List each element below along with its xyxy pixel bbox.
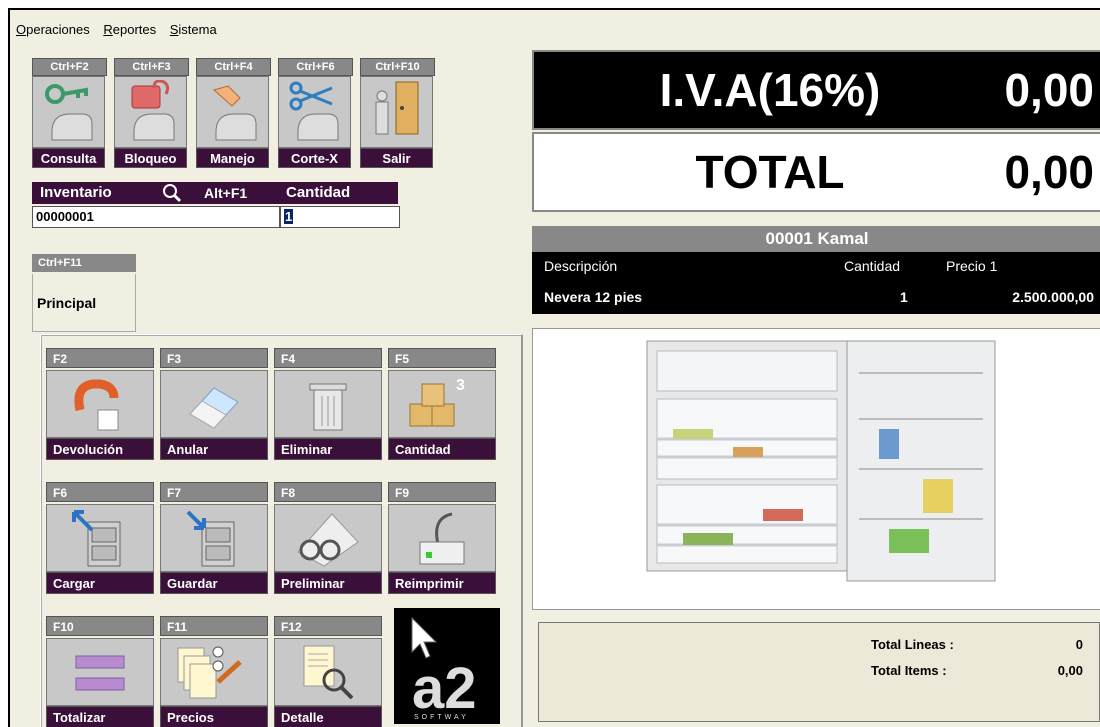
return-arrow-icon: [74, 379, 119, 431]
exit-door-icon: [375, 81, 419, 135]
quantity-value: 1: [284, 209, 294, 224]
total-lines-label: Total Lineas :: [871, 637, 954, 652]
iva-display: I.V.A(16%) 0,00: [532, 50, 1100, 130]
hand-icon: [212, 85, 257, 141]
key-icon: [45, 84, 93, 141]
menu-bar: Operaciones Reportes Sistema: [10, 22, 221, 42]
item-table-header: Descripción Cantidad Precio 1: [532, 252, 1100, 280]
eliminar-button[interactable]: F4 Eliminar: [274, 348, 382, 460]
principal-shortcut: Ctrl+F11: [32, 254, 136, 272]
product-image: [532, 328, 1100, 610]
customer-bar: 00001 Kamal: [532, 226, 1100, 252]
refrigerator-image: [646, 340, 996, 582]
search-shortcut-label: Alt+F1: [190, 182, 280, 204]
inventory-code-input[interactable]: 00000001: [32, 206, 280, 228]
price-tags-icon: [177, 646, 242, 699]
cantidad-label: Cantidad: [280, 182, 398, 204]
col-price: Precio 1: [946, 258, 998, 274]
totalizar-button[interactable]: F10 Totalizar: [46, 616, 154, 727]
svg-text:a2: a2: [412, 656, 477, 721]
search-icon[interactable]: [160, 182, 190, 204]
row-price: 2.500.000,00: [1012, 289, 1094, 305]
preliminar-button[interactable]: F8 Preliminar: [274, 482, 382, 594]
quantity-input[interactable]: 1: [280, 206, 400, 228]
total-items-label: Total Items :: [871, 663, 947, 678]
anular-button[interactable]: F3 Anular: [160, 348, 268, 460]
padlock-icon: [131, 80, 175, 141]
reimprimir-button[interactable]: F9 Reimprimir: [388, 482, 496, 594]
table-row[interactable]: Nevera 12 pies 1 2.500.000,00: [532, 280, 1100, 314]
magnifier-doc-icon: [303, 645, 354, 700]
total-lines-value: 0: [1075, 637, 1083, 652]
detalle-button[interactable]: F12 Detalle: [274, 616, 382, 727]
svg-text:3: 3: [456, 377, 465, 394]
cantidad-button[interactable]: F5 3 Cantidad: [388, 348, 496, 460]
total-value: 0,00: [1004, 146, 1094, 198]
glasses-icon: [297, 513, 359, 567]
iva-value: 0,00: [1004, 64, 1094, 116]
eraser-icon: [189, 387, 239, 429]
totals-panel: Total Lineas : 0 Total Items : 0,00: [538, 622, 1100, 722]
total-items-value: 0,00: [1057, 663, 1083, 678]
precios-button[interactable]: F11 Precios: [160, 616, 268, 727]
menu-sistema[interactable]: Sistema: [170, 22, 217, 37]
inventario-label: Inventario: [32, 182, 160, 204]
equals-icon: [75, 655, 125, 691]
menu-operaciones[interactable]: Operaciones: [16, 22, 90, 37]
save-cabinet-icon: [186, 510, 235, 567]
manejo-button[interactable]: Ctrl+F4 Manejo: [196, 58, 271, 171]
total-display: TOTAL 0,00: [532, 132, 1100, 212]
col-description: Descripción: [544, 258, 618, 274]
a2-softway-logo: a2 SOFTWAY: [394, 608, 500, 724]
trash-can-icon: [309, 383, 347, 431]
col-quantity: Cantidad: [844, 258, 901, 274]
boxes-icon: 3: [409, 377, 465, 427]
iva-label: I.V.A(16%): [659, 64, 881, 116]
main-window: Operaciones Reportes Sistema Ctrl+F2 Con…: [8, 8, 1100, 727]
devolucion-button[interactable]: F2 Devolución: [46, 348, 154, 460]
guardar-button[interactable]: F7 Guardar: [160, 482, 268, 594]
consulta-button[interactable]: Ctrl+F2 Consulta: [32, 58, 107, 171]
corte-x-button[interactable]: Ctrl+F6 Corte-X: [278, 58, 353, 171]
svg-text:SOFTWAY: SOFTWAY: [414, 714, 469, 721]
scissors-icon: [289, 81, 339, 141]
salir-button[interactable]: Ctrl+F10 Salir: [360, 58, 435, 171]
row-quantity: 1: [900, 289, 908, 305]
bloqueo-button[interactable]: Ctrl+F3 Bloqueo: [114, 58, 189, 171]
row-description: Nevera 12 pies: [544, 289, 643, 305]
cargar-button[interactable]: F6 Cargar: [46, 482, 154, 594]
menu-reportes[interactable]: Reportes: [103, 22, 156, 37]
principal-tab[interactable]: Principal: [32, 274, 136, 332]
load-cabinet-icon: [72, 510, 121, 567]
total-label: TOTAL: [695, 146, 845, 198]
sale-display-area: I.V.A(16%) 0,00 TOTAL 0,00 00001 Kamal D…: [522, 50, 1100, 727]
printer-icon: [419, 512, 465, 565]
